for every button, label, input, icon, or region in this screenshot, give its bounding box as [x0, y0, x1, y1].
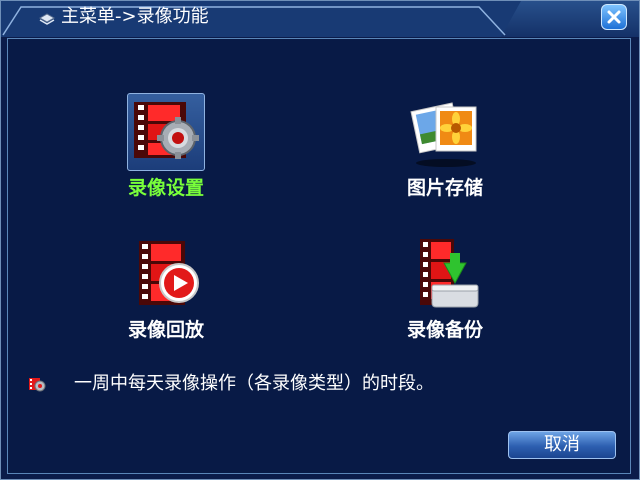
record-hint-icon — [28, 376, 46, 392]
photo-storage-icon — [406, 93, 484, 171]
record-settings-icon — [127, 93, 205, 171]
menu-label-photo-storage: 图片存储 — [406, 177, 483, 199]
backup-icon — [406, 235, 484, 313]
menu-item-backup[interactable]: 录像备份 — [355, 235, 535, 345]
menu-tray-icon — [38, 10, 56, 25]
playback-icon — [127, 235, 205, 313]
menu-item-playback[interactable]: 录像回放 — [76, 235, 256, 345]
hint-text: 一周中每天录像操作（各录像类型）的时段。 — [74, 373, 434, 394]
content-panel: 录像设置 图片存储 录像回放 录像备份 一周中每天录像操作（各录像类型）的时段。… — [7, 38, 631, 474]
cancel-button[interactable]: 取消 — [508, 431, 616, 459]
menu-item-photo-storage[interactable]: 图片存储 — [355, 93, 535, 203]
menu-label-backup: 录像备份 — [406, 319, 483, 341]
menu-label-record-settings: 录像设置 — [127, 177, 204, 199]
close-icon — [607, 10, 621, 24]
close-button[interactable] — [601, 4, 627, 30]
window-title: 主菜单->录像功能 — [61, 6, 209, 27]
title-bar: 主菜单->录像功能 — [1, 1, 639, 37]
menu-label-playback: 录像回放 — [127, 319, 204, 341]
menu-item-record-settings[interactable]: 录像设置 — [76, 93, 256, 203]
record-function-dialog: 主菜单->录像功能 录像设置 图片存储 录像回放 录像备份 一周中每天录像操作（… — [0, 0, 640, 480]
